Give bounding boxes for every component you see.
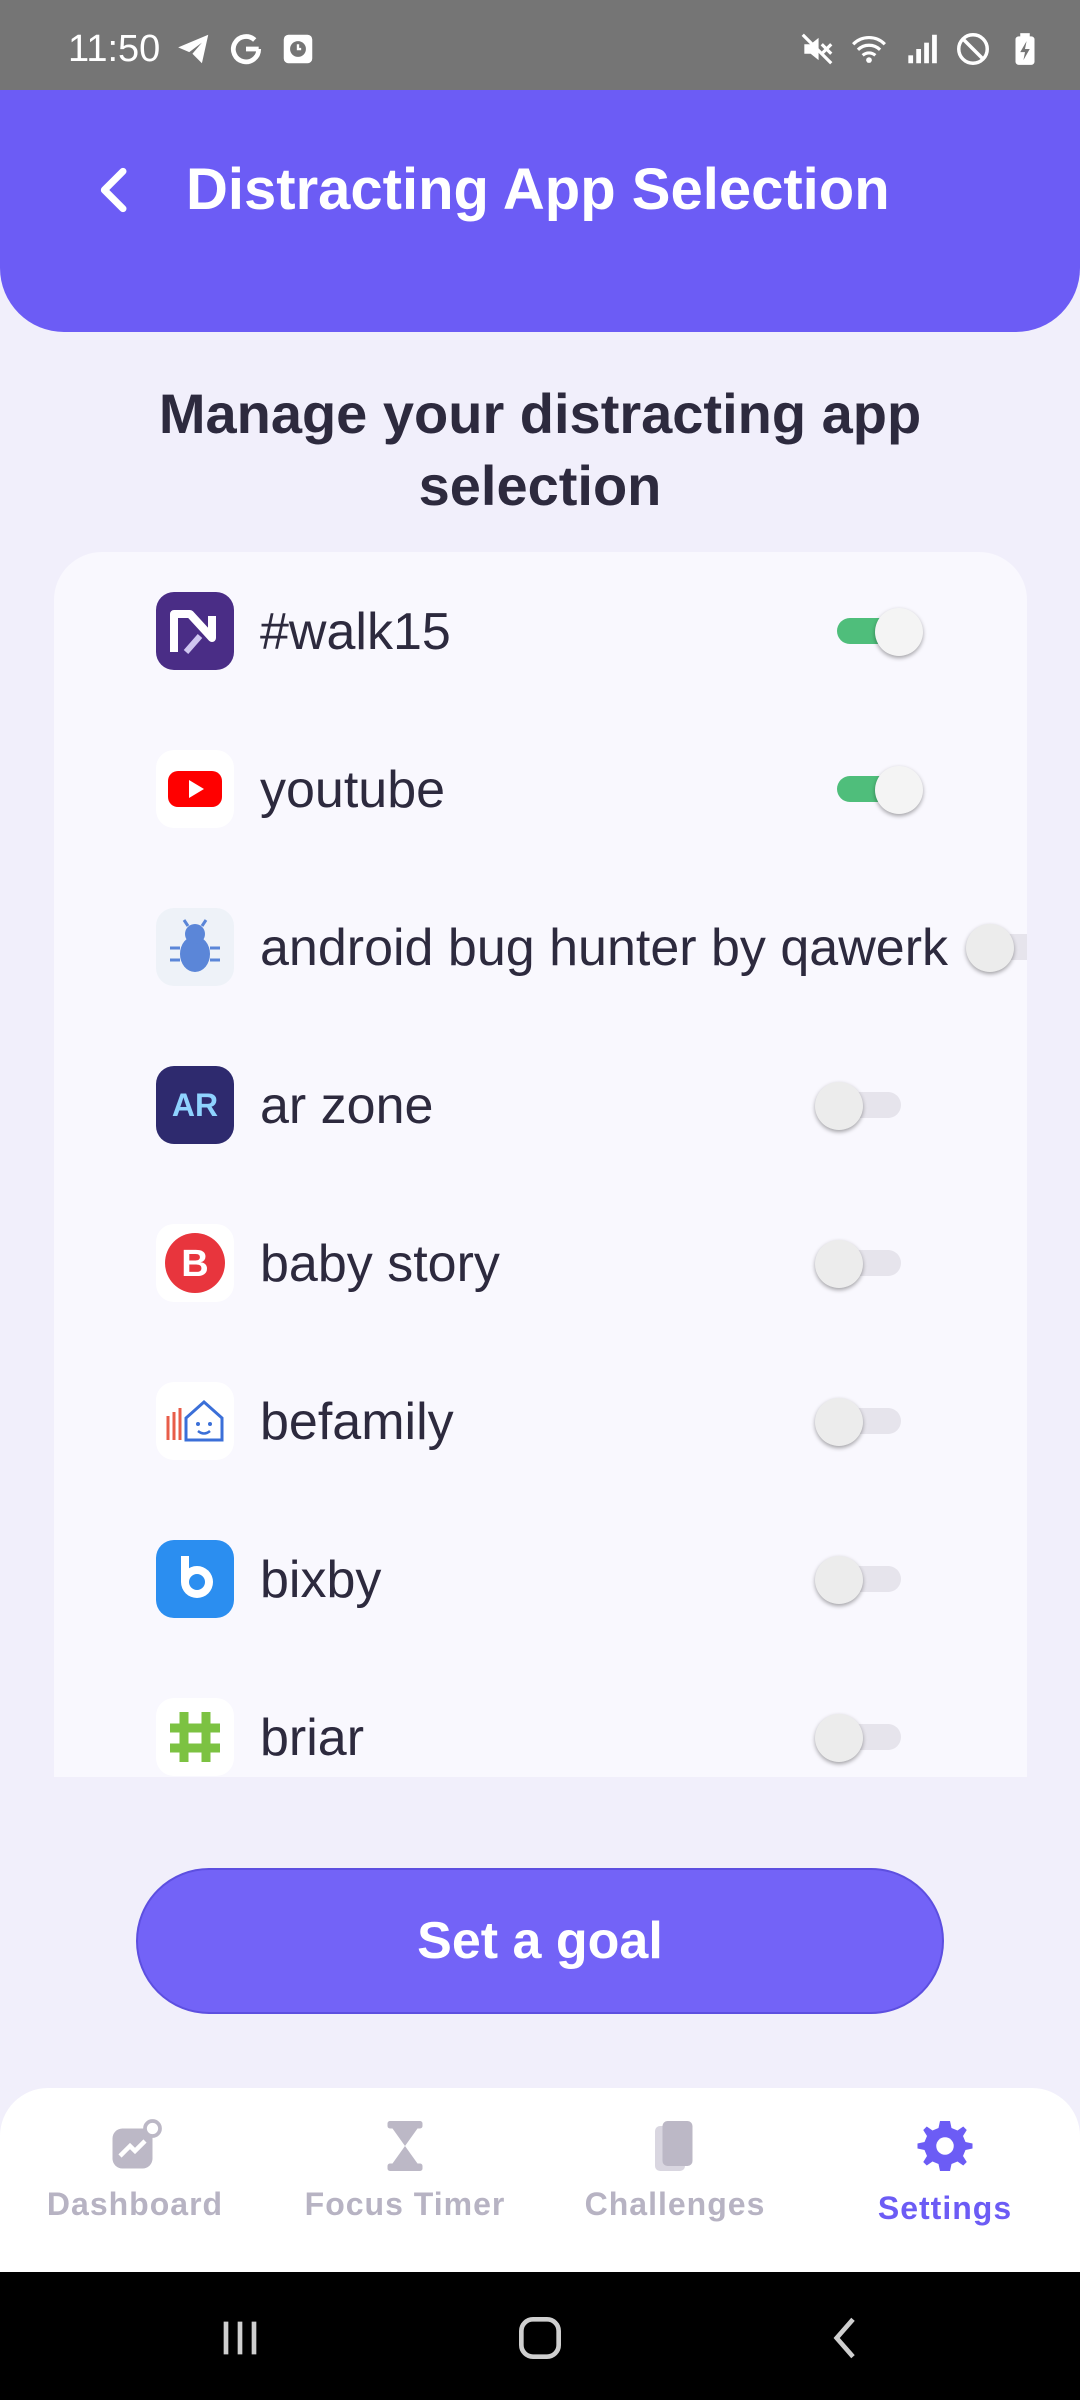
app-name: befamily [260,1393,454,1451]
list-item[interactable]: youtube [54,710,1027,868]
befamily-icon [156,1382,234,1460]
app-list: #walk15 youtube android bug hunter by qa… [54,552,1027,1777]
status-time: 11:50 [68,28,161,70]
app-toggle[interactable] [815,1714,901,1762]
system-nav-bar [0,2272,1080,2400]
baby-story-icon: B [156,1224,234,1302]
app-name: bixby [260,1551,382,1609]
signal-icon [908,34,937,64]
app-name: youtube [260,761,446,819]
app-toggle[interactable] [815,1556,901,1604]
do-not-disturb-icon [957,33,989,65]
app-toggle[interactable] [837,766,923,814]
bixby-icon [156,1540,234,1618]
nav-label: Dashboard [46,2186,224,2222]
home-icon[interactable] [512,2310,568,2366]
system-back-icon[interactable] [818,2310,874,2366]
walk15-icon [156,592,234,670]
app-toggle[interactable] [815,1240,901,1288]
mute-icon [801,33,833,65]
battery-charging-icon [1015,33,1035,65]
google-icon [230,34,262,65]
hourglass-icon [387,2121,423,2171]
app-name: briar [260,1709,365,1767]
app-name: #walk15 [260,603,451,661]
nav-item-challenges[interactable]: Challenges [550,2116,800,2223]
wifi-icon [852,36,886,63]
youtube-icon [156,750,234,828]
app-name: ar zone [260,1077,434,1135]
app-name: baby story [260,1235,500,1293]
app-toggle[interactable] [837,608,923,656]
status-bar: 11:50 [0,0,1080,90]
nav-item-focus-timer[interactable]: Focus Timer [280,2116,530,2223]
app-toggle[interactable] [966,924,1027,972]
list-item[interactable]: #walk15 [54,552,1027,710]
dashboard-icon [112,2119,162,2169]
list-item[interactable]: android bug hunter by qawerk [54,868,1027,1026]
svg-text:B: B [181,1243,208,1285]
nav-label: Settings [877,2190,1013,2226]
bug-icon [156,908,234,986]
svg-text:AR: AR [172,1087,218,1123]
clock-app-icon [283,34,313,64]
recent-apps-icon[interactable] [212,2310,268,2366]
list-item[interactable]: briar [54,1658,1027,1777]
briar-icon [156,1698,234,1776]
list-item[interactable]: AR ar zone [54,1026,1027,1184]
list-item[interactable]: B baby story [54,1184,1027,1342]
app-toggle[interactable] [815,1082,901,1130]
section-subtitle: Manage your distracting app selection [158,382,922,517]
nav-item-settings[interactable]: Settings [820,2116,1070,2227]
app-header: Distracting App Selection [0,90,1080,332]
challenges-icon [655,2121,693,2171]
telegram-icon [178,34,209,64]
list-item[interactable]: befamily [54,1342,1027,1500]
nav-item-dashboard[interactable]: Dashboard [10,2116,260,2223]
ar-zone-icon: AR [156,1066,234,1144]
app-name: android bug hunter by qawerk [260,919,949,977]
page-title: Distracting App Selection [186,157,890,222]
set-goal-button[interactable]: Set a goal [136,1868,944,2014]
list-item[interactable]: bixby [54,1500,1027,1658]
chevron-left-icon[interactable] [88,162,144,218]
gear-icon [917,2121,973,2171]
app-toggle[interactable] [815,1398,901,1446]
nav-label: Challenges [584,2186,766,2222]
nav-label: Focus Timer [304,2186,506,2222]
bottom-nav: Dashboard Focus Timer Challenges Setting… [0,2088,1080,2272]
